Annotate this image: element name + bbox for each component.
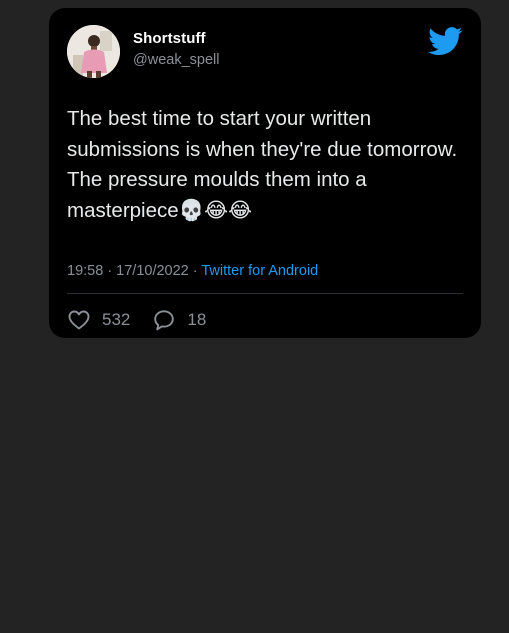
tweet-text: The best time to start your written subm… (67, 107, 458, 222)
avatar[interactable] (67, 25, 120, 78)
twitter-bird-icon[interactable] (428, 27, 463, 56)
divider (67, 293, 463, 294)
reply-count: 18 (187, 310, 207, 329)
like-count: 532 (102, 310, 131, 329)
author-handle[interactable]: @weak_spell (133, 52, 219, 68)
tweet-source-link[interactable]: Twitter for Android (201, 263, 318, 279)
engagement-bar: 532 18 (67, 308, 206, 332)
author-display-name[interactable]: Shortstuff (133, 30, 206, 47)
speech-bubble-icon[interactable] (152, 308, 176, 332)
heart-icon[interactable] (67, 308, 91, 332)
tweet-card[interactable]: Shortstuff @weak_spell The best time to … (49, 8, 481, 338)
tweet-meta: 19:58 · 17/10/2022 · Twitter for Android (67, 263, 318, 279)
tweet-timestamp[interactable]: 19:58 · 17/10/2022 (67, 263, 189, 279)
meta-separator: · (188, 263, 202, 279)
